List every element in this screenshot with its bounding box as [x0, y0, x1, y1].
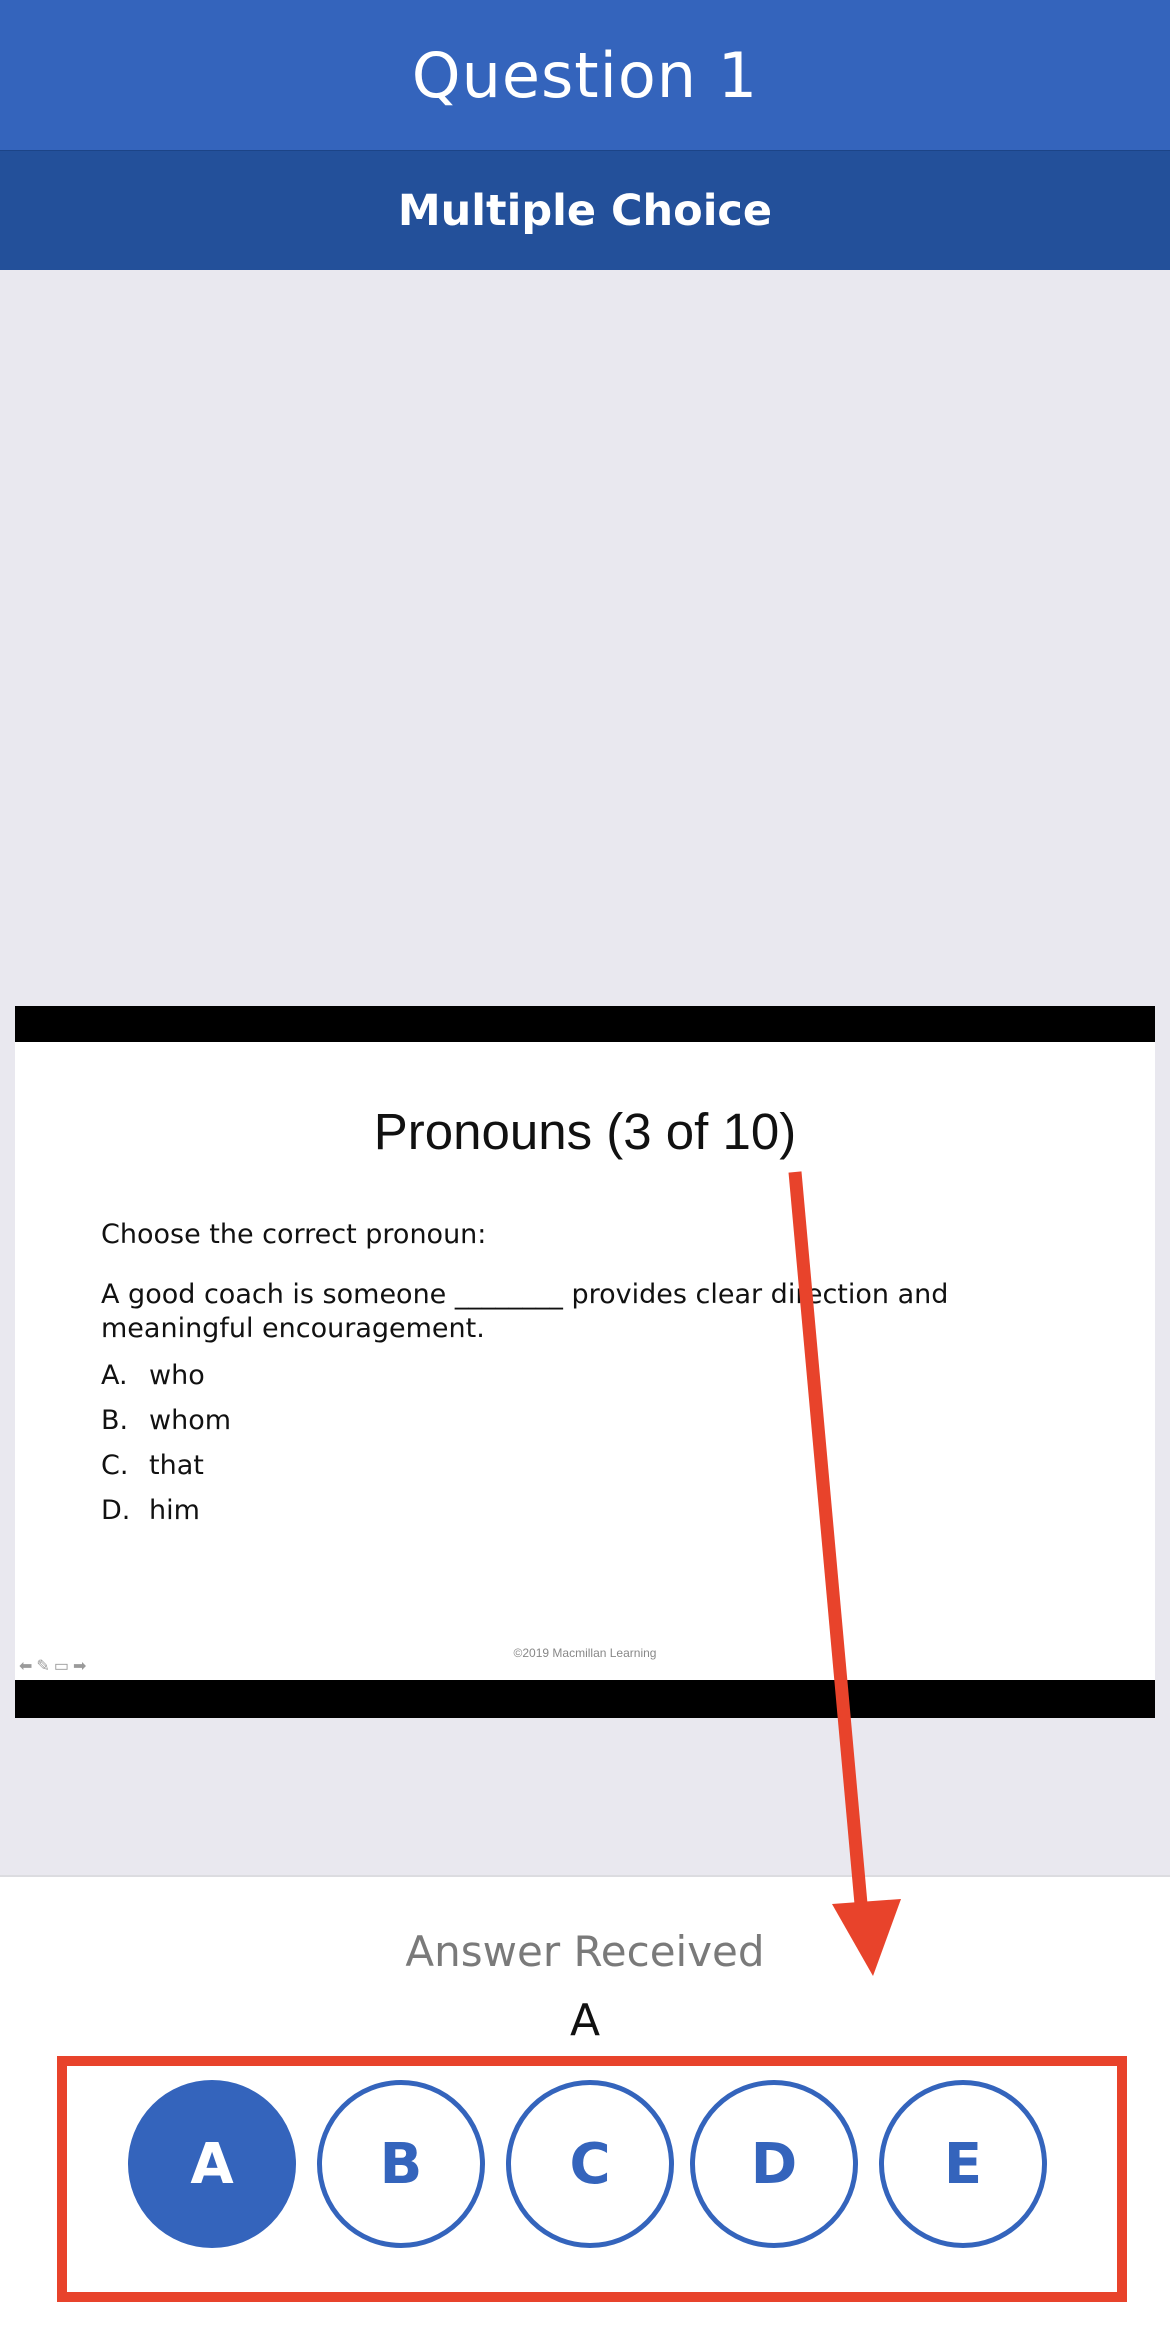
arrow-left-icon[interactable]: ⬅: [19, 1656, 32, 1676]
choice-text: that: [149, 1450, 204, 1481]
answer-status-label: Answer Received: [405, 1927, 765, 1976]
choice-letter: B.: [101, 1405, 129, 1436]
slide-frame: Pronouns (3 of 10) Choose the correct pr…: [15, 1006, 1155, 1718]
header-bar: Question 1: [0, 0, 1170, 150]
option-b-button[interactable]: B: [317, 2080, 485, 2248]
question-type-bar: Multiple Choice: [0, 150, 1170, 271]
choice-text: him: [149, 1495, 200, 1526]
choice-letter: C.: [101, 1450, 129, 1481]
page-title: Question 1: [411, 38, 759, 112]
content-area: Pronouns (3 of 10) Choose the correct pr…: [0, 270, 1170, 1875]
slide-choice: A. who: [101, 1360, 205, 1391]
choice-text: whom: [149, 1405, 232, 1436]
question-type-label: Multiple Choice: [397, 186, 773, 236]
slide-title: Pronouns (3 of 10): [373, 1103, 797, 1160]
choice-letter: D.: [101, 1495, 131, 1526]
slide-copyright: ©2019 Macmillan Learning: [513, 1646, 657, 1660]
option-a-button[interactable]: A: [128, 2080, 296, 2248]
choice-text: who: [149, 1360, 205, 1391]
slide-choice: B. whom: [101, 1405, 231, 1436]
arrow-right-icon[interactable]: ➡: [73, 1656, 86, 1676]
slide-question: A good coach is someone ________ provide…: [101, 1279, 949, 1344]
choice-letter: A.: [101, 1360, 128, 1391]
slide-image[interactable]: Pronouns (3 of 10) Choose the correct pr…: [15, 1042, 1155, 1680]
slide-prompt: Choose the correct pronoun:: [101, 1219, 487, 1250]
option-d-button[interactable]: D: [690, 2080, 858, 2248]
option-c-button[interactable]: C: [506, 2080, 674, 2248]
answer-value: A: [569, 1995, 601, 2046]
slide-choice: D. him: [101, 1495, 200, 1526]
answer-options: A B C D E: [128, 2080, 1048, 2248]
screen-icon[interactable]: ▭: [54, 1656, 69, 1676]
slide-choice: C. that: [101, 1450, 204, 1481]
option-e-button[interactable]: E: [879, 2080, 1047, 2248]
pen-icon[interactable]: ✎: [36, 1656, 49, 1676]
slide-toolbar: ⬅ ✎ ▭ ➡: [19, 1656, 86, 1676]
